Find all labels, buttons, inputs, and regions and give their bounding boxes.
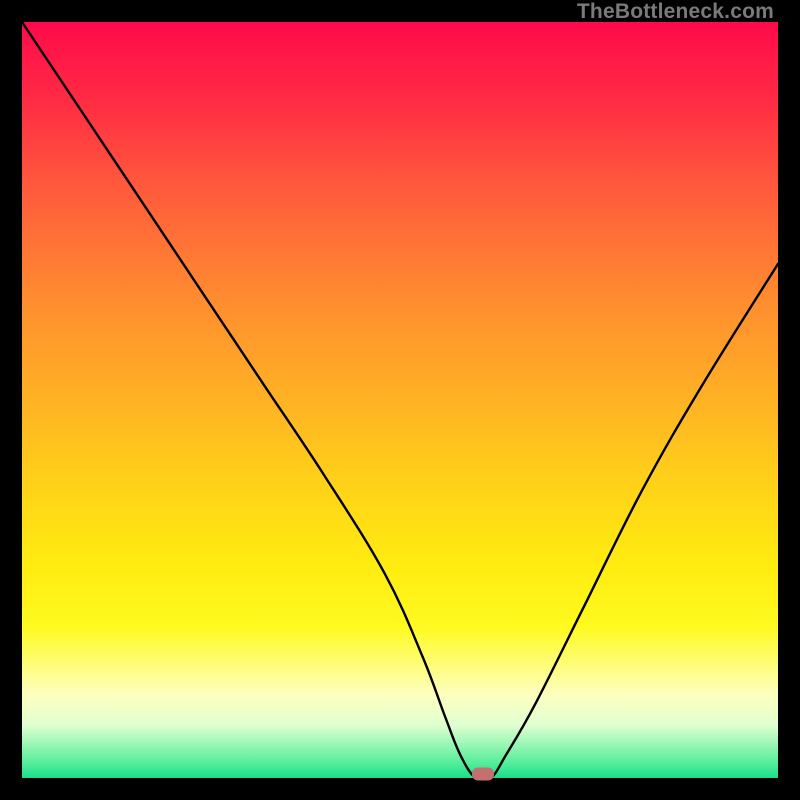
- chart-container: TheBottleneck.com: [0, 0, 800, 800]
- optimum-marker: [472, 768, 494, 781]
- bottleneck-curve: [22, 22, 778, 778]
- watermark-text: TheBottleneck.com: [577, 0, 774, 24]
- curve-path: [22, 22, 778, 778]
- plot-area: [22, 22, 778, 778]
